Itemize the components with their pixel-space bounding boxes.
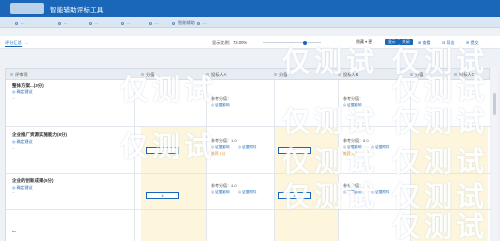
breadcrumb-active[interactable]: 评分汇总: [5, 40, 22, 47]
suggestion-link[interactable]: ◎ 确定建议: [12, 139, 33, 145]
reference-score-label-text: 参考分值：: [211, 183, 231, 188]
tab-bar: ... ... ... ... ... 智能辅助 ...: [0, 17, 500, 28]
section-description: ...: [12, 146, 15, 150]
tab-label: ...: [95, 20, 99, 25]
tab-icon: [15, 21, 18, 25]
column-icon: [10, 73, 13, 77]
watermark: 仅测试: [120, 74, 217, 105]
section-description: ...: [12, 96, 15, 100]
tab-4[interactable]: ...: [120, 19, 131, 27]
watermark: 仅测试: [282, 46, 379, 77]
scrollbar-thumb[interactable]: [492, 93, 496, 115]
tab-icon: [197, 21, 200, 25]
watermark: 仅测试: [282, 106, 379, 137]
tab-icon: [172, 21, 175, 25]
watermark: 仅测试: [120, 131, 217, 162]
tab-7[interactable]: ...: [196, 19, 207, 27]
app-logo: [10, 3, 44, 14]
reference-score-value: 4.0: [231, 183, 237, 188]
title-bar: 智能辅助评标工具: [0, 0, 500, 17]
zoom-readout: 显示比例：73.00%: [212, 40, 247, 46]
tab-6[interactable]: 智能辅助: [171, 19, 195, 27]
tab-icon: [149, 21, 152, 25]
watermark: 仅测试: [392, 146, 489, 177]
tab-label: ...: [203, 20, 207, 25]
column-icon: [274, 73, 277, 77]
tab-5[interactable]: ...: [148, 19, 159, 27]
reference-score-label: 参考分值：4.0: [211, 183, 237, 189]
watermark: 仅测试: [282, 181, 379, 212]
watermark: 仅测试: [392, 106, 489, 137]
divider: [274, 80, 275, 241]
column-header-label: 评审项: [15, 72, 28, 77]
zoom-label: 显示比例：: [212, 40, 233, 45]
column-header: 评审项: [10, 72, 28, 78]
watermark: 仅测试: [282, 146, 379, 177]
watermark: 仅测试: [392, 211, 489, 241]
tab-3[interactable]: ...: [88, 19, 99, 27]
tab-label: ...: [127, 20, 131, 25]
tab-label: ...: [155, 20, 159, 25]
suggestion-link[interactable]: ◎ 确定建议: [12, 89, 33, 95]
breadcrumb[interactable]: ...: [25, 40, 29, 45]
evidence-link[interactable]: ◎ 证据影响: [211, 190, 230, 195]
section-title: 企业的创新成果(5分): [12, 178, 54, 183]
section-title: 企业推广资源实施能力(8分): [12, 132, 67, 137]
tab-icon: [89, 21, 92, 25]
tab-icon: [121, 21, 124, 25]
tab-icon: [58, 21, 61, 25]
score-input[interactable]: 4: [146, 192, 179, 199]
reference-score-value: 1.0: [231, 138, 237, 143]
attachment-link[interactable]: ◎ 证据附件: [238, 190, 257, 195]
attachment-link[interactable]: ◎ 证据附件: [238, 145, 257, 150]
tab-2[interactable]: ...: [57, 19, 68, 27]
section-description: ...: [12, 190, 15, 194]
tab-label: ...: [64, 20, 68, 25]
section-title: ...: [12, 228, 16, 233]
tab-label: 智能辅助: [178, 20, 195, 25]
tab-1[interactable]: ...: [14, 19, 25, 27]
tab-label: ...: [21, 20, 25, 25]
zoom-value: 73.00%: [232, 40, 248, 45]
vertical-scrollbar[interactable]: [491, 68, 497, 241]
app-title: 智能辅助评标工具: [50, 7, 104, 14]
